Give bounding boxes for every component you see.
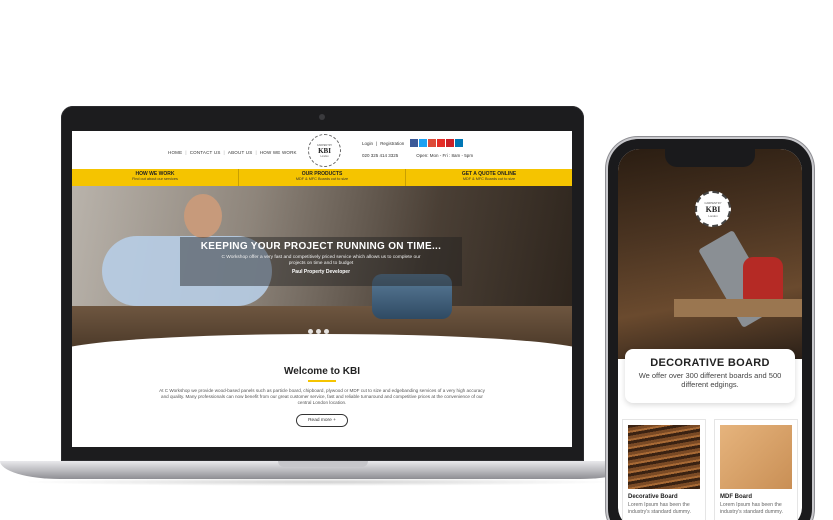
google-plus-icon[interactable] (428, 139, 437, 147)
decorative-board-image (628, 425, 700, 489)
youtube-icon[interactable] (437, 139, 446, 147)
product-card-decorative[interactable]: Decorative Board Lorem Ipsum has been th… (622, 419, 706, 520)
social-icons (410, 139, 464, 147)
read-more-button[interactable]: Read more + (296, 413, 348, 427)
nav-about-us[interactable]: ABOUT US (228, 150, 253, 155)
phone-notch (665, 149, 755, 167)
phone-mockup: CARPENTRY KBI London DECORATIVE BOARD We… (608, 139, 812, 520)
product-name: Decorative Board (628, 494, 678, 500)
site-header: HOME | CONTACT US | ABOUT US | HOW WE WO… (72, 131, 572, 169)
slider-dots (308, 329, 329, 334)
laptop-opening-notch (278, 461, 368, 467)
hero-author: Paul Property Developer (291, 269, 351, 275)
product-description: Lorem Ipsum has been the industry's stan… (720, 502, 783, 515)
logo-sub: London (708, 213, 718, 218)
nav-separator: | (223, 150, 225, 155)
opening-hours: Open: Mon - Fri : 8am - 5pm (416, 153, 474, 158)
feature-our-products[interactable]: OUR PRODUCTS MDF & MFC Boards cut to siz… (239, 169, 406, 186)
hero-heading: KEEPING YOUR PROJECT RUNNING ON TIME... (200, 241, 442, 252)
feature-subtitle: MDF & MFC Boards cut to size (462, 177, 516, 181)
mdf-board-image (720, 425, 792, 489)
laptop-shadow (20, 478, 620, 486)
hero-caption: KEEPING YOUR PROJECT RUNNING ON TIME... … (180, 237, 462, 286)
nav-contact-us[interactable]: CONTACT US (190, 150, 221, 155)
promo-text: We offer over 300 different boards and 5… (638, 371, 782, 389)
header-right: Login | Registration 020 325 414 3325 Op… (362, 139, 492, 158)
heading-underline (308, 380, 336, 382)
twitter-icon[interactable] (419, 139, 428, 147)
product-card-mdf[interactable]: MDF Board Lorem Ipsum has been the indus… (714, 419, 798, 520)
login-link[interactable]: Login (362, 141, 373, 146)
nav-home[interactable]: HOME (168, 150, 182, 155)
contact-row: 020 325 414 3325 Open: Mon - Fri : 8am -… (362, 153, 492, 158)
pinterest-icon[interactable] (446, 139, 455, 147)
hero-text: C Workshop offer a very fast and competi… (221, 255, 421, 266)
slider-dot[interactable] (316, 329, 321, 334)
promo-heading: DECORATIVE BOARD (650, 357, 770, 369)
promo-card: DECORATIVE BOARD We offer over 300 diffe… (625, 349, 795, 403)
logo-text: KBI (318, 146, 331, 155)
main-nav: HOME | CONTACT US | ABOUT US | HOW WE WO… (168, 150, 297, 155)
welcome-text: At C Workshop we provide wood-based pane… (159, 387, 485, 406)
laptop-screen: HOME | CONTACT US | ABOUT US | HOW WE WO… (72, 131, 572, 447)
phone-number[interactable]: 020 325 414 3325 (362, 153, 398, 158)
slider-dot[interactable] (324, 329, 329, 334)
facebook-icon[interactable] (410, 139, 419, 147)
nav-separator: | (185, 150, 187, 155)
laptop-mockup: HOME | CONTACT US | ABOUT US | HOW WE WO… (61, 106, 584, 461)
feature-subtitle: MDF & MFC Boards cut to size (295, 177, 349, 181)
kbi-logo[interactable]: CARPENTRY KBI London (695, 191, 731, 227)
product-description: Lorem Ipsum has been the industry's stan… (628, 502, 691, 515)
feature-how-we-work[interactable]: HOW WE WORK Find out about our services (72, 169, 239, 186)
login-row: Login | Registration (362, 139, 492, 147)
phone-screen: CARPENTRY KBI London DECORATIVE BOARD We… (618, 149, 802, 520)
nav-how-we-work[interactable]: HOW WE WORK (260, 150, 297, 155)
welcome-section: Welcome to KBI At C Workshop we provide … (72, 366, 572, 427)
nav-separator: | (255, 150, 257, 155)
product-list: Decorative Board Lorem Ipsum has been th… (622, 419, 798, 520)
feature-bar: HOW WE WORK Find out about our services … (72, 169, 572, 186)
hero-slider: KEEPING YOUR PROJECT RUNNING ON TIME... … (72, 186, 572, 351)
product-name: MDF Board (720, 494, 752, 500)
slider-dot[interactable] (308, 329, 313, 334)
logo-sub: London (320, 154, 329, 158)
phone-hero-image: CARPENTRY KBI London (618, 149, 802, 359)
wood-plank-image (674, 299, 802, 317)
logo-text: KBI (705, 204, 721, 214)
welcome-heading: Welcome to KBI (284, 366, 360, 377)
feature-subtitle: Find out about our services (132, 177, 178, 181)
linkedin-icon[interactable] (455, 139, 464, 147)
divider: | (376, 140, 378, 146)
feature-get-quote[interactable]: GET A QUOTE ONLINE MDF & MFC Boards cut … (406, 169, 572, 186)
registration-link[interactable]: Registration (380, 141, 404, 146)
hero-image-worker-head (184, 194, 222, 238)
camera-icon (319, 114, 325, 120)
kbi-logo[interactable]: CARPENTRY KBI London (308, 134, 341, 167)
